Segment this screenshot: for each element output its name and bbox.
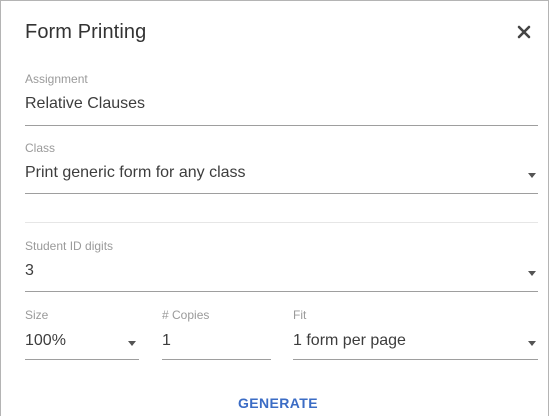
generate-button[interactable]: GENERATE: [221, 389, 335, 417]
student-id-underline: [25, 291, 538, 292]
section-divider: [25, 222, 538, 223]
caret-down-icon: [528, 173, 536, 178]
fit-label: Fit: [293, 308, 307, 322]
size-label: Size: [25, 308, 49, 322]
close-button[interactable]: [514, 22, 534, 42]
dialog-title: Form Printing: [25, 21, 147, 43]
close-icon: [517, 25, 531, 39]
form-printing-dialog: Form Printing Assignment Relative Clause…: [0, 0, 549, 416]
size-value: 100%: [25, 332, 66, 349]
student-id-select[interactable]: 3: [25, 257, 538, 291]
caret-down-icon: [128, 341, 136, 346]
copies-label: # Copies: [162, 308, 210, 322]
assignment-underline: [25, 125, 538, 126]
class-underline: [25, 193, 538, 194]
copies-underline: [162, 359, 271, 360]
class-label: Class: [25, 141, 56, 155]
assignment-field[interactable]: Relative Clauses: [25, 95, 145, 113]
student-id-label: Student ID digits: [25, 239, 114, 253]
class-select-value: Print generic form for any class: [25, 164, 246, 181]
caret-down-icon: [528, 341, 536, 346]
fit-value: 1 form per page: [293, 332, 406, 349]
fit-select[interactable]: 1 form per page: [293, 327, 538, 359]
caret-down-icon: [528, 271, 536, 276]
size-select[interactable]: 100%: [25, 327, 139, 359]
class-select[interactable]: Print generic form for any class: [25, 159, 538, 193]
assignment-label: Assignment: [25, 72, 88, 86]
size-underline: [25, 359, 139, 360]
copies-field[interactable]: 1: [162, 332, 171, 350]
fit-underline: [293, 359, 538, 360]
student-id-value: 3: [25, 262, 34, 279]
